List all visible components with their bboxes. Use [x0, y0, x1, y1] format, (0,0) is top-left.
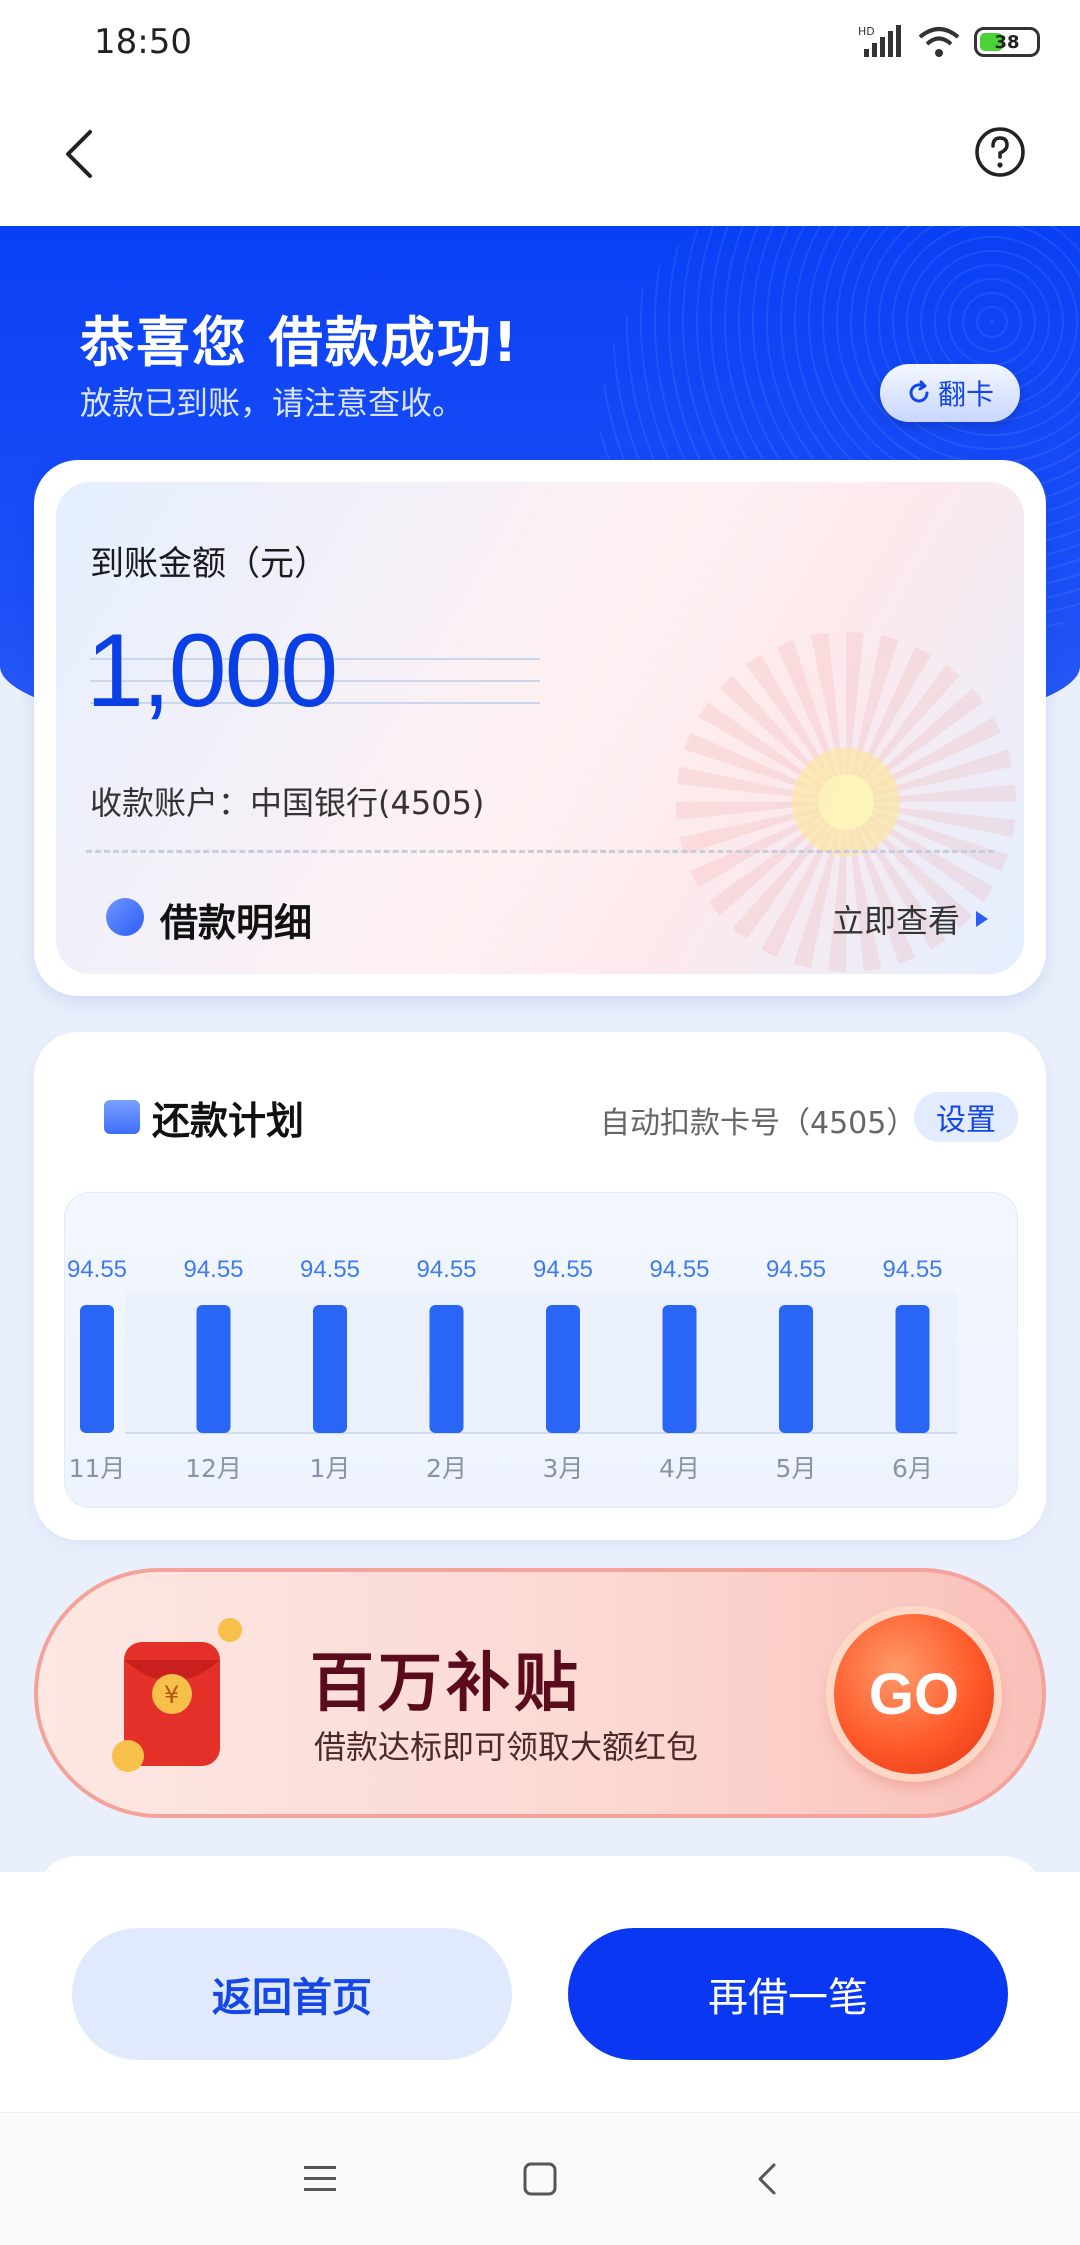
status-icons: HD 38 — [858, 22, 1040, 62]
chart-band — [125, 1293, 957, 1433]
back-button[interactable] — [52, 124, 112, 184]
repayment-plan-card: 还款计划 自动扣款卡号（4505） 设置 94.55 11月 94.55 12月 94.… — [34, 1032, 1046, 1540]
chart-value-label: 94.55 — [766, 1256, 826, 1283]
loan-detail-row[interactable]: 借款明细 立即查看 — [90, 892, 990, 952]
borrow-again-button[interactable]: 再借一笔 — [568, 1928, 1008, 2060]
chart-bar — [662, 1305, 697, 1433]
refresh-icon — [909, 380, 929, 403]
chart-value-label: 94.55 — [533, 1256, 593, 1283]
red-packet-icon: ¥ — [112, 1618, 242, 1772]
dashed-divider — [86, 850, 994, 853]
chart-bar — [546, 1305, 580, 1433]
amount-label: 到账金额（元） — [90, 544, 328, 584]
arrival-card: 到账金额（元） 1,000 收款账户：中国银行(4505) 借款明细 立即查看 — [34, 460, 1046, 996]
view-now-link[interactable]: 立即查看 — [832, 896, 990, 942]
wifi-icon — [918, 27, 960, 57]
bottom-action-bar: 返回首页 再借一笔 — [0, 1872, 1080, 2112]
chart-bar — [429, 1305, 464, 1433]
chart-value-label: 94.55 — [67, 1256, 127, 1283]
flip-card-button[interactable]: 翻卡 — [880, 364, 1020, 422]
battery-icon: 38 — [974, 27, 1040, 57]
chart-value-label: 94.55 — [183, 1256, 243, 1283]
card-icon — [104, 1100, 140, 1134]
top-nav — [0, 84, 1080, 226]
svg-text:¥: ¥ — [164, 1681, 179, 1709]
settings-button[interactable]: 设置 — [914, 1092, 1018, 1142]
chart-value-label: 94.55 — [649, 1256, 709, 1283]
status-time: 18:50 — [94, 22, 192, 62]
square-icon — [523, 2162, 557, 2196]
arrival-card-inner: 到账金额（元） 1,000 收款账户：中国银行(4505) 借款明细 立即查看 — [56, 482, 1024, 974]
chart-month-label: 1月 — [310, 1454, 351, 1483]
subsidy-title: 百万补贴 — [310, 1647, 582, 1721]
signal-icon: HD — [858, 25, 901, 57]
chart-month-label: 5月 — [776, 1454, 817, 1483]
amount-value: 1,000 — [86, 613, 338, 729]
back-home-button[interactable]: 返回首页 — [72, 1928, 512, 2060]
loan-detail-title: 借款明细 — [160, 901, 313, 945]
chart-bar — [196, 1305, 231, 1433]
menu-icon — [304, 2166, 336, 2191]
chart-value-label: 94.55 — [882, 1256, 942, 1283]
auto-debit-card: 自动扣款卡号（4505） — [600, 1106, 917, 1141]
chart-month-label: 4月 — [659, 1454, 700, 1483]
flip-card-label: 翻卡 — [937, 378, 994, 411]
chart-month-label: 2月 — [426, 1454, 467, 1483]
help-button[interactable] — [972, 124, 1028, 180]
repayment-chart: 94.55 11月 94.55 12月 94.55 1月 94.55 2月 94.55 3月 94.… — [64, 1192, 1018, 1508]
chart-value-label: 94.55 — [300, 1256, 360, 1283]
repayment-plan-title: 还款计划 — [152, 1099, 305, 1143]
status-bar: 18:50 HD 38 — [0, 0, 1080, 84]
play-arrow-icon — [976, 911, 988, 927]
success-title: 恭喜您 借款成功! — [80, 311, 520, 374]
subsidy-description: 借款达标即可领取大额红包 — [314, 1728, 699, 1766]
subsidy-banner[interactable]: ¥ 百万补贴 借款达标即可领取大额红包 GO — [34, 1568, 1046, 1818]
back-triangle-icon — [758, 2163, 776, 2195]
receiving-account: 收款账户：中国银行(4505) — [90, 784, 485, 822]
chart-month-label: 11月 — [69, 1454, 126, 1483]
repayment-chart-svg: 94.55 11月 94.55 12月 94.55 1月 94.55 2月 94.55 3月 94.… — [67, 1256, 957, 1483]
home-nav-button[interactable] — [508, 2147, 572, 2211]
success-subtitle: 放款已到账，请注意查收。 — [80, 384, 465, 422]
chart-bar — [313, 1305, 347, 1433]
battery-level: 38 — [994, 31, 1020, 53]
chart-month-label: 3月 — [543, 1454, 584, 1483]
chart-bar — [80, 1305, 114, 1433]
back-nav-button[interactable] — [736, 2147, 800, 2211]
chart-bar — [779, 1305, 813, 1433]
system-nav-bar — [0, 2112, 1080, 2245]
view-now-label: 立即查看 — [831, 902, 960, 940]
chart-value-label: 94.55 — [416, 1256, 476, 1283]
chart-month-label: 12月 — [185, 1454, 242, 1483]
chart-month-label: 6月 — [892, 1454, 933, 1483]
chart-bar — [895, 1305, 930, 1433]
loan-detail-icon — [106, 898, 144, 936]
question-icon — [975, 127, 1025, 177]
menu-nav-button[interactable] — [288, 2147, 352, 2211]
go-button[interactable]: GO — [834, 1614, 994, 1774]
back-arrow-icon — [66, 130, 92, 178]
hd-label: HD — [858, 25, 875, 38]
